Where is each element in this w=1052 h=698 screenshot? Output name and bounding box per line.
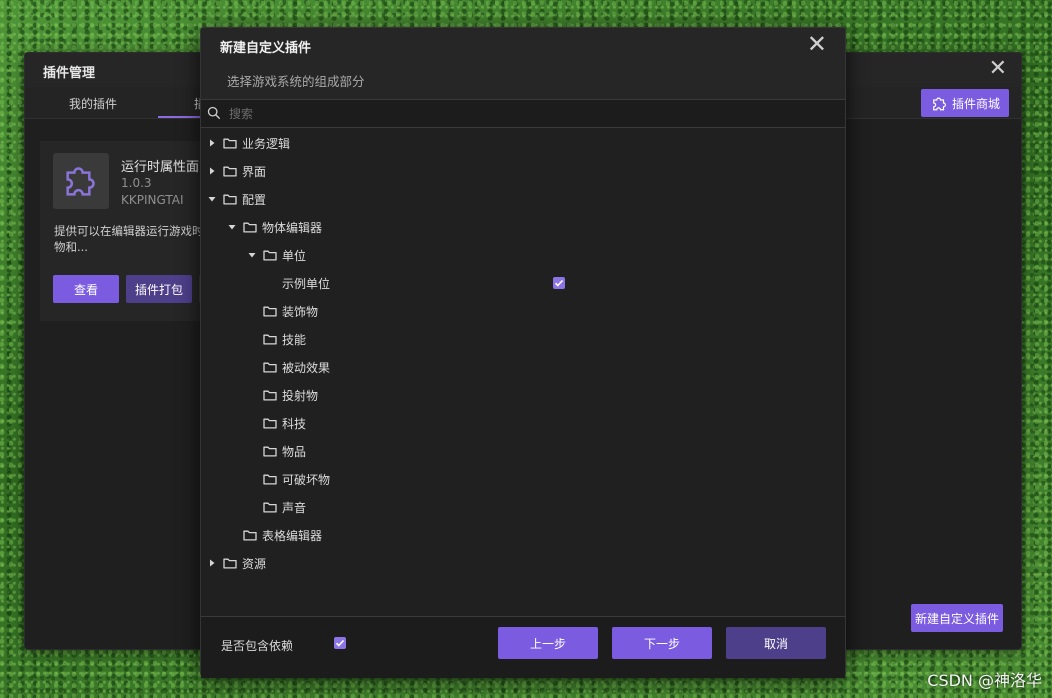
tree-item-label: 科技 [282,416,307,431]
next-step-button[interactable]: 下一步 [612,627,712,659]
tree-item[interactable]: 示例单位 [201,269,845,297]
dialog-title: 新建自定义插件 [220,41,312,56]
search-input[interactable] [229,104,809,124]
caret-spacer [247,362,257,372]
tree-item-label: 界面 [242,164,267,179]
tree-item[interactable]: 科技 [201,409,845,437]
tree-item-label: 物品 [282,444,307,459]
caret-spacer [247,502,257,512]
tree-item[interactable]: 投射物 [201,381,845,409]
caret-down-icon[interactable] [227,222,237,232]
tree-item[interactable]: 物品 [201,437,845,465]
tree-item-label: 装饰物 [282,304,319,319]
caret-right-icon[interactable] [207,166,217,176]
view-button[interactable]: 查看 [53,275,119,303]
tree-item-label: 业务逻辑 [242,136,291,151]
puzzle-icon [933,97,946,111]
tree-item-label: 单位 [282,248,307,263]
search-icon [207,106,221,120]
tree-item-label: 被动效果 [282,360,331,375]
folder-icon [223,165,237,177]
plugin-manager-close-icon[interactable]: ✕ [989,56,1007,81]
caret-right-icon[interactable] [207,558,217,568]
plugin-author: KKPINGTAI [121,193,184,207]
tree-item-label: 配置 [242,192,267,207]
dialog-footer: 是否包含依赖 上一步 下一步 取消 [201,616,845,678]
caret-right-icon[interactable] [207,138,217,148]
caret-spacer [247,334,257,344]
tree-item-label: 投射物 [282,388,319,403]
tree-item-label: 技能 [282,332,307,347]
folder-icon [263,305,277,317]
plugin-store-label: 插件商城 [951,96,1000,111]
tree-item[interactable]: 单位 [201,241,845,269]
folder-icon [223,557,237,569]
folder-icon [263,417,277,429]
folder-icon [223,137,237,149]
dialog-header: 新建自定义插件 选择游戏系统的组成部分 ✕ [201,28,845,100]
dialog-subtitle: 选择游戏系统的组成部分 [227,74,365,89]
pack-plugin-button[interactable]: 插件打包 [126,275,192,303]
caret-spacer [247,474,257,484]
tree-item[interactable]: 声音 [201,493,845,521]
folder-icon [263,249,277,261]
folder-icon [243,529,257,541]
tree-item[interactable]: 业务逻辑 [201,129,845,157]
plugin-manager-title: 插件管理 [43,66,96,81]
checkmark-icon [335,639,345,647]
tree-item-label: 表格编辑器 [262,528,323,543]
checkmark-icon [554,279,564,287]
caret-down-icon[interactable] [207,194,217,204]
tree-item[interactable]: 表格编辑器 [201,521,845,549]
include-dependencies-checkbox[interactable] [334,637,346,649]
cancel-button[interactable]: 取消 [726,627,826,659]
folder-icon [263,445,277,457]
include-dependencies-label: 是否包含依赖 [221,639,294,653]
tree-item[interactable]: 界面 [201,157,845,185]
caret-down-icon[interactable] [247,250,257,260]
item-checkbox[interactable] [553,277,565,289]
tree-item-label: 可破坏物 [282,472,331,487]
prev-step-button[interactable]: 上一步 [498,627,598,659]
watermark: CSDN @神洛华 [927,671,1042,690]
dialog-close-icon[interactable]: ✕ [807,30,827,58]
puzzle-icon [66,167,95,196]
plugin-name: 运行时属性面 [121,160,200,175]
folder-icon [243,221,257,233]
folder-icon [263,333,277,345]
folder-icon [263,501,277,513]
caret-spacer [227,530,237,540]
tree-item[interactable]: 物体编辑器 [201,213,845,241]
tree-item-label: 物体编辑器 [262,220,323,235]
component-tree: 业务逻辑界面配置物体编辑器单位示例单位装饰物技能被动效果投射物科技物品可破坏物声… [201,129,845,616]
active-tab-indicator [158,116,203,118]
tree-item-label: 声音 [282,500,307,515]
folder-icon [263,389,277,401]
caret-spacer [267,278,277,288]
tree-item[interactable]: 装饰物 [201,297,845,325]
folder-icon [223,193,237,205]
caret-spacer [247,306,257,316]
caret-spacer [247,446,257,456]
search-bar [201,100,845,128]
new-plugin-dialog: 新建自定义插件 选择游戏系统的组成部分 ✕ 业务逻辑界面配置物体编辑器单位示例单… [200,27,846,678]
tree-item[interactable]: 配置 [201,185,845,213]
plugin-description: 提供可以在编辑器运行游戏时坏物和... [54,224,215,254]
tab-my-plugins[interactable]: 我的插件 [69,95,117,112]
tree-item[interactable]: 技能 [201,325,845,353]
caret-spacer [247,418,257,428]
folder-icon [263,473,277,485]
plugin-card: 运行时属性面 1.0.3 KKPINGTAI 提供可以在编辑器运行游戏时坏物和.… [40,141,220,321]
tree-item[interactable]: 被动效果 [201,353,845,381]
new-custom-plugin-button[interactable]: 新建自定义插件 [911,604,1003,632]
caret-spacer [247,390,257,400]
tree-item-label: 示例单位 [282,276,331,291]
tree-item[interactable]: 资源 [201,549,845,577]
tree-item[interactable]: 可破坏物 [201,465,845,493]
plugin-store-button[interactable]: 插件商城 [921,89,1009,117]
plugin-version: 1.0.3 [121,176,152,190]
tree-item-label: 资源 [242,556,267,571]
folder-icon [263,361,277,373]
plugin-thumbnail [53,153,109,209]
